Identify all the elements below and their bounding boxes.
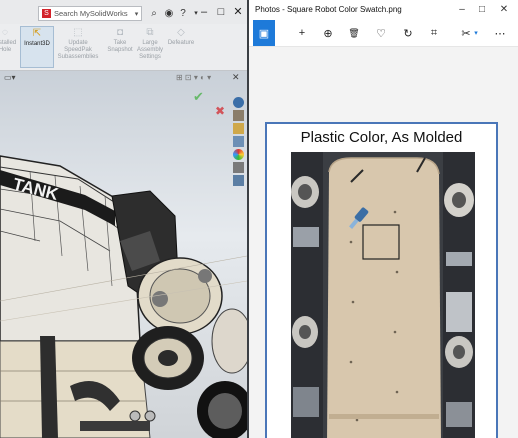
robot-photo-graphic xyxy=(291,152,475,438)
instant3d-button[interactable]: ⇱ Instant3D xyxy=(20,26,54,68)
hole-icon: ◌ xyxy=(2,26,8,38)
installed-hole-button[interactable]: ◌ Installed Hole xyxy=(0,26,18,68)
update-speedpak-button[interactable]: ⬚ Update SpeedPak Subassemblies xyxy=(56,26,100,68)
photos-close-button[interactable]: ✕ xyxy=(497,3,511,17)
search-placeholder: Search MySolidWorks xyxy=(54,9,128,18)
command-manager-ribbon: ◌ Installed Hole ⇱ Instant3D ⬚ Update Sp… xyxy=(0,24,247,71)
speedpak-icon: ⬚ xyxy=(73,26,83,38)
crop-icon[interactable]: ⌗ xyxy=(423,20,445,46)
photos-toolbar: ▣ + ⊕ 🗑 ♡ ↻ ⌗ ✂ ▾ ⋯ xyxy=(249,20,518,47)
solidworks-resources-icon[interactable] xyxy=(233,97,244,108)
solidworks-logo-icon: S xyxy=(42,9,51,18)
graphics-area[interactable]: TANK ▭▾ ⊞ ⊡ ▾ ◐ ▾ ✕ ✔ ✖ xyxy=(0,71,247,438)
favorite-icon[interactable]: ♡ xyxy=(370,20,392,46)
help-icon[interactable]: ? xyxy=(177,7,189,19)
instant3d-icon: ⇱ xyxy=(32,27,42,39)
solidworks-window: S Search MySolidWorks ▾ ⌕ ◉ ? ▾ – □ ✕ ◌ … xyxy=(0,0,247,438)
confirm-ok-icon[interactable]: ✔ xyxy=(193,89,204,105)
photos-titlebar: Photos - Square Robot Color Swatch.png –… xyxy=(249,0,518,20)
delete-icon[interactable]: 🗑 xyxy=(343,20,365,46)
large-assembly-settings-button[interactable]: ⧉ Large Assembly Settings xyxy=(136,26,164,68)
add-icon[interactable]: + xyxy=(291,20,313,46)
assembly-model-render: TANK xyxy=(0,155,247,438)
file-explorer-icon[interactable] xyxy=(233,123,244,134)
defeature-button[interactable]: ◇ Defeature xyxy=(166,26,196,68)
mysolidworks-search-box[interactable]: S Search MySolidWorks ▾ xyxy=(38,6,142,21)
solidworks-titlebar: S Search MySolidWorks ▾ ⌕ ◉ ? ▾ – □ ✕ xyxy=(0,0,247,24)
chevron-down-icon[interactable]: ▾ xyxy=(132,10,141,18)
minimize-button[interactable]: – xyxy=(196,5,212,19)
view-palette-icon[interactable] xyxy=(233,136,244,147)
slideshow-icon[interactable]: ▣ xyxy=(253,20,275,46)
view-close-icon[interactable]: ✕ xyxy=(232,72,240,83)
swatch-title: Plastic Color, As Molded xyxy=(300,129,463,146)
search-icon[interactable]: ⌕ xyxy=(148,7,160,19)
rotate-icon[interactable]: ↻ xyxy=(397,20,419,46)
task-pane-tabs xyxy=(233,97,246,186)
instant3d-label: Instant3D xyxy=(24,41,50,47)
take-snapshot-label: Take Snapshot xyxy=(107,40,133,53)
photos-minimize-button[interactable]: – xyxy=(455,3,469,17)
camera-icon: ◘ xyxy=(116,26,124,38)
confirm-cancel-icon[interactable]: ✖ xyxy=(215,104,225,118)
photos-window: Photos - Square Robot Color Swatch.png –… xyxy=(249,0,518,438)
photos-window-title: Photos - Square Robot Color Swatch.png xyxy=(255,5,402,14)
view-toolbar[interactable]: ⊞ ⊡ ▾ ◐ ▾ xyxy=(176,73,211,82)
photos-maximize-button[interactable]: □ xyxy=(475,3,489,17)
edit-chevron-down-icon[interactable]: ▾ xyxy=(471,20,481,46)
image-canvas[interactable]: Plastic Color, As Molded xyxy=(249,47,518,438)
appearances-icon[interactable] xyxy=(233,149,244,160)
large-assembly-icon: ⧉ xyxy=(146,26,154,38)
forum-icon[interactable] xyxy=(233,175,244,186)
custom-properties-icon[interactable] xyxy=(233,162,244,173)
user-icon[interactable]: ◉ xyxy=(163,7,175,19)
zoom-icon[interactable]: ⊕ xyxy=(317,20,339,46)
design-library-icon[interactable] xyxy=(233,110,244,121)
display-style-dropdown[interactable]: ▭▾ xyxy=(4,73,16,82)
more-options-icon[interactable]: ⋯ xyxy=(489,20,511,46)
installed-hole-label: Installed Hole xyxy=(0,40,17,53)
close-button[interactable]: ✕ xyxy=(230,5,246,19)
robot-photo xyxy=(291,152,475,438)
defeature-label: Defeature xyxy=(167,40,195,46)
defeature-icon: ◇ xyxy=(177,26,185,38)
color-swatch-image: Plastic Color, As Molded xyxy=(265,122,498,438)
maximize-button[interactable]: □ xyxy=(213,5,229,19)
take-snapshot-button[interactable]: ◘ Take Snapshot xyxy=(106,26,134,68)
update-speedpak-label: Update SpeedPak Subassemblies xyxy=(57,40,99,60)
large-assembly-settings-label: Large Assembly Settings xyxy=(136,40,163,60)
